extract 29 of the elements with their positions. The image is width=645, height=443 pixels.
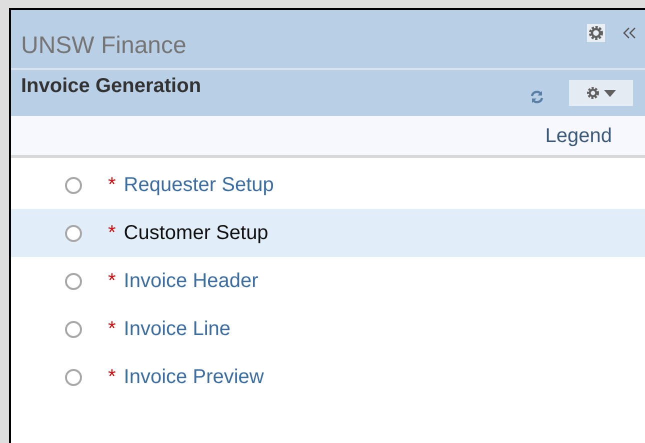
step-row[interactable]: * Invoice Preview — [11, 353, 645, 401]
step-link[interactable]: Invoice Header — [124, 266, 258, 296]
gear-icon — [586, 86, 600, 100]
radio-button[interactable] — [65, 368, 82, 386]
required-mark: * — [108, 269, 116, 294]
step-link[interactable]: Invoice Line — [124, 314, 231, 344]
required-mark: * — [108, 365, 116, 390]
step-row[interactable]: * Customer Setup — [11, 209, 645, 257]
panel-title: UNSW Finance — [21, 34, 186, 58]
caret-icon — [604, 90, 616, 96]
step-link[interactable]: Requester Setup — [124, 170, 274, 200]
required-mark: * — [108, 221, 116, 246]
collapse-icon[interactable] — [623, 27, 637, 39]
step-row[interactable]: * Requester Setup — [11, 161, 645, 209]
step-link[interactable]: Invoice Preview — [124, 362, 264, 392]
radio-button[interactable] — [65, 176, 82, 194]
required-mark: * — [108, 173, 116, 198]
settings-menu-button[interactable] — [569, 80, 633, 106]
radio-button[interactable] — [65, 272, 82, 290]
refresh-icon[interactable] — [529, 89, 545, 105]
radio-button[interactable] — [65, 224, 82, 242]
required-mark: * — [108, 317, 116, 342]
step-row[interactable]: * Invoice Header — [11, 257, 645, 305]
step-row[interactable]: * Invoice Line — [11, 305, 645, 353]
radio-button[interactable] — [65, 320, 82, 338]
legend-link[interactable]: Legend — [545, 120, 612, 150]
step-link[interactable]: Customer Setup — [124, 218, 268, 248]
section-title: Invoice Generation — [21, 74, 202, 99]
settings-icon[interactable] — [587, 24, 605, 42]
